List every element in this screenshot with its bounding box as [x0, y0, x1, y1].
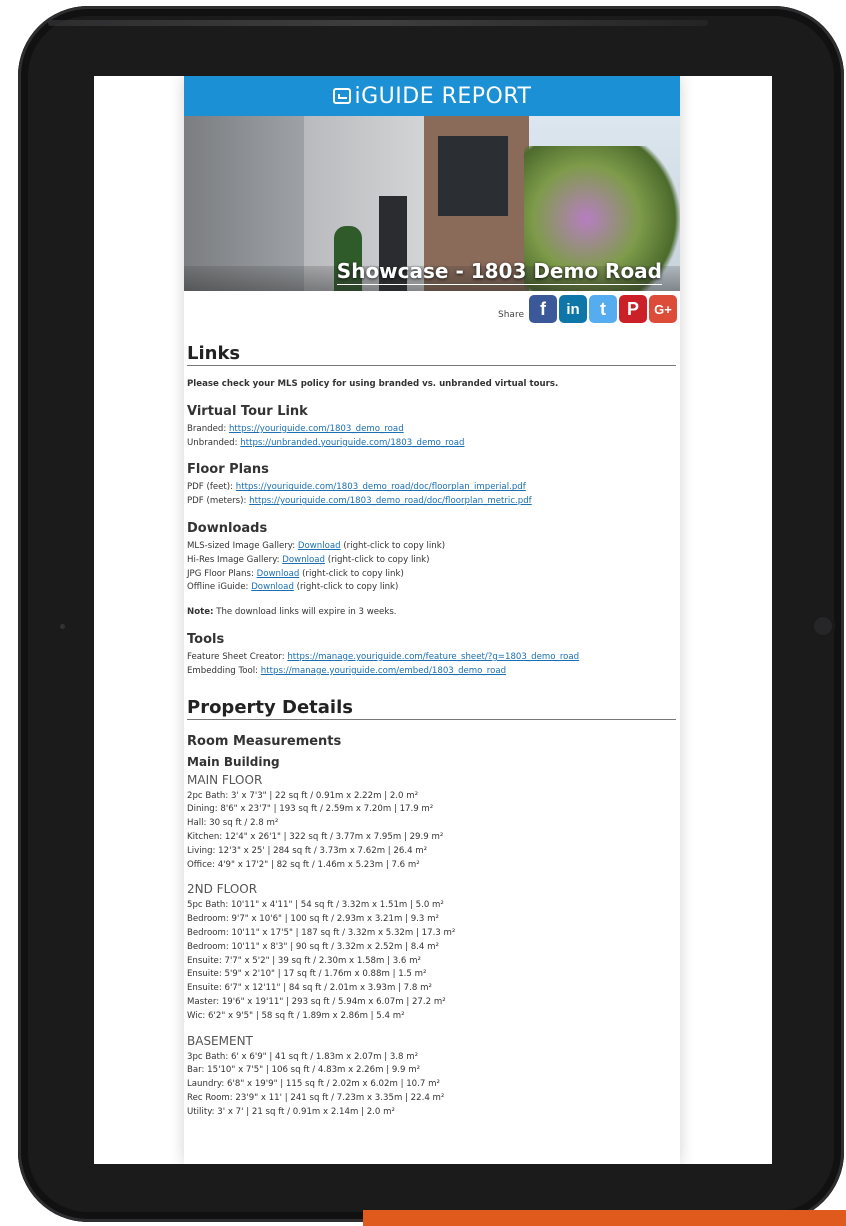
pdf-meters-row: PDF (meters): https://youriguide.com/180… [187, 495, 676, 509]
download-hint: (right-click to copy link) [302, 568, 404, 579]
download-row: Hi-Res Image Gallery: Download (right-cl… [187, 554, 676, 568]
report-page: iGUIDE REPORT Showcase - 1803 Demo Road … [184, 76, 680, 1164]
pdf-meters-link[interactable]: https://youriguide.com/1803_demo_road/do… [249, 496, 532, 506]
branded-link[interactable]: https://youriguide.com/1803_demo_road [229, 424, 404, 434]
linkedin-icon[interactable]: in [559, 295, 587, 323]
download-hint: (right-click to copy link) [343, 540, 446, 551]
hero-caption[interactable]: Showcase - 1803 Demo Road [336, 259, 662, 285]
room-row: Bedroom: 9'7" x 10'6" | 100 sq ft / 2.93… [187, 914, 439, 925]
hero-window [438, 136, 508, 216]
room-row: Hall: 30 sq ft / 2.8 m² [187, 818, 279, 829]
feature-sheet-row: Feature Sheet Creator: https://manage.yo… [187, 651, 676, 665]
camera-icon [811, 614, 835, 638]
room-row: Bedroom: 10'11" x 17'5" | 187 sq ft / 3.… [187, 927, 456, 938]
note-label: Note: [187, 607, 214, 618]
embedding-tool-row: Embedding Tool: https://manage.youriguid… [187, 665, 676, 679]
pdf-feet-row: PDF (feet): https://youriguide.com/1803_… [187, 481, 676, 495]
floor-heading: 2ND FLOOR [187, 882, 258, 897]
report-content: Links Please check your MLS policy for u… [184, 343, 680, 1120]
room-row: Ensuite: 6'7" x 12'11" | 84 sq ft / 2.01… [187, 983, 432, 994]
download-link-mls-gallery[interactable]: Download [298, 541, 341, 551]
room-measurements-heading: Room Measurements [187, 733, 342, 749]
room-row: Ensuite: 7'7" x 5'2" | 39 sq ft / 2.30m … [187, 955, 421, 966]
brand-header: iGUIDE REPORT [184, 76, 680, 116]
note-text: The download links will expire in 3 week… [216, 607, 397, 618]
downloads-heading: Downloads [187, 520, 268, 536]
room-row: 2pc Bath: 3' x 7'3" | 22 sq ft / 0.91m x… [187, 790, 419, 801]
room-row: Bedroom: 10'11" x 8'3" | 90 sq ft / 3.32… [187, 941, 439, 952]
floor-heading: BASEMENT [187, 1033, 253, 1048]
brand-title: iGUIDE REPORT [354, 83, 532, 109]
accent-bar [363, 1210, 846, 1226]
room-row: Kitchen: 12'4" x 26'1" | 322 sq ft / 3.7… [187, 831, 444, 842]
links-intro: Please check your MLS policy for using b… [187, 379, 559, 389]
building-heading: Main Building [187, 754, 280, 769]
branded-row: Branded: https://youriguide.com/1803_dem… [187, 423, 676, 437]
branded-label: Branded: [187, 423, 227, 434]
download-label: Hi-Res Image Gallery: [187, 554, 280, 565]
download-row: JPG Floor Plans: Download (right-click t… [187, 568, 676, 582]
iguide-logo-icon [332, 88, 351, 104]
unbranded-label: Unbranded: [187, 437, 238, 448]
tablet-highlight [48, 20, 708, 26]
room-row: 5pc Bath: 10'11" x 4'11" | 54 sq ft / 3.… [187, 900, 444, 911]
links-heading: Links [187, 343, 676, 366]
facebook-icon[interactable]: f [529, 295, 557, 323]
download-label: JPG Floor Plans: [187, 568, 254, 579]
room-row: Ensuite: 5'9" x 2'10" | 17 sq ft / 1.76m… [187, 969, 427, 980]
pdf-meters-label: PDF (meters): [187, 496, 247, 507]
room-row: Utility: 3' x 7' | 21 sq ft / 0.91m x 2.… [187, 1106, 395, 1117]
unbranded-link[interactable]: https://unbranded.youriguide.com/1803_de… [240, 438, 464, 448]
feature-sheet-link[interactable]: https://manage.youriguide.com/feature_sh… [287, 652, 579, 662]
twitter-icon[interactable]: t [589, 295, 617, 323]
room-row: Dining: 8'6" x 23'7" | 193 sq ft / 2.59m… [187, 804, 434, 815]
download-hint: (right-click to copy link) [327, 554, 430, 565]
property-details-heading: Property Details [187, 697, 676, 720]
embedding-tool-link[interactable]: https://manage.youriguide.com/embed/1803… [261, 666, 506, 676]
floor-plans-heading: Floor Plans [187, 462, 269, 478]
room-row: Office: 4'9" x 17'2" | 82 sq ft / 1.46m … [187, 859, 420, 870]
download-link-offline-iguide[interactable]: Download [251, 582, 294, 592]
hero-building-left [184, 116, 304, 291]
download-label: MLS-sized Image Gallery: [187, 540, 296, 551]
download-hint: (right-click to copy link) [296, 582, 399, 593]
unbranded-row: Unbranded: https://unbranded.youriguide.… [187, 437, 676, 451]
embedding-tool-label: Embedding Tool: [187, 665, 259, 676]
tablet-sensor [60, 624, 65, 629]
room-row: 3pc Bath: 6' x 6'9" | 41 sq ft / 1.83m x… [187, 1051, 419, 1062]
pdf-feet-label: PDF (feet): [187, 482, 234, 493]
download-label: Offline iGuide: [187, 582, 249, 593]
download-row: Offline iGuide: Download (right-click to… [187, 581, 676, 595]
google-plus-icon[interactable]: G+ [649, 295, 677, 323]
download-row: MLS-sized Image Gallery: Download (right… [187, 540, 676, 554]
room-row: Bar: 15'10" x 7'5" | 106 sq ft / 4.83m x… [187, 1065, 421, 1076]
download-link-jpg-floorplans[interactable]: Download [257, 569, 300, 579]
pdf-feet-link[interactable]: https://youriguide.com/1803_demo_road/do… [236, 482, 526, 492]
floor-heading: MAIN FLOOR [187, 772, 263, 787]
tablet-screen: iGUIDE REPORT Showcase - 1803 Demo Road … [94, 76, 772, 1164]
share-label: Share [498, 310, 524, 320]
tools-heading: Tools [187, 631, 225, 647]
virtual-tour-heading: Virtual Tour Link [187, 403, 308, 419]
room-row: Laundry: 6'8" x 19'9" | 115 sq ft / 2.02… [187, 1079, 440, 1090]
feature-sheet-label: Feature Sheet Creator: [187, 651, 285, 662]
download-link-hires-gallery[interactable]: Download [282, 555, 325, 565]
room-row: Rec Room: 23'9" x 11' | 241 sq ft / 7.23… [187, 1092, 445, 1103]
pinterest-icon[interactable]: P [619, 295, 647, 323]
download-note: Note: The download links will expire in … [187, 606, 676, 620]
hero-image: Showcase - 1803 Demo Road [184, 116, 680, 291]
room-row: Wic: 6'2" x 9'5" | 58 sq ft / 1.89m x 2.… [187, 1010, 405, 1021]
room-row: Master: 19'6" x 19'11" | 293 sq ft / 5.9… [187, 996, 446, 1007]
share-bar: Share f in t P G+ [184, 291, 680, 327]
room-row: Living: 12'3" x 25' | 284 sq ft / 3.73m … [187, 845, 428, 856]
